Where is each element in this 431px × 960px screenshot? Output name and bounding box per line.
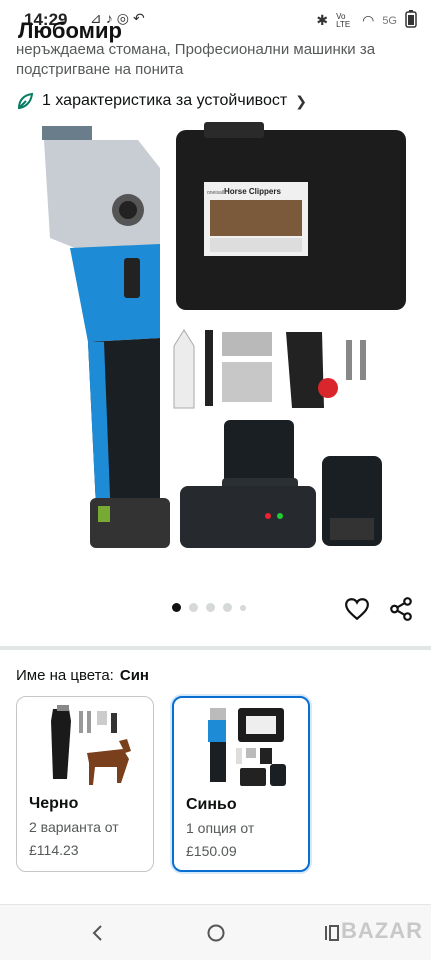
product-title: неръждаема стомана, Професионални машинк… (16, 41, 376, 78)
color-name-row: Име на цвета: Син (16, 667, 149, 684)
variant-price: £150.09 (186, 843, 237, 859)
share-icon[interactable] (388, 596, 414, 622)
color-name-value: Син (119, 667, 149, 684)
case-label: Horse Clippers (224, 187, 281, 196)
accessories (173, 329, 366, 409)
battery-icon (405, 10, 417, 31)
recents-icon[interactable] (322, 923, 342, 943)
back-icon[interactable] (88, 923, 108, 943)
bluetooth-icon: ✱ (316, 12, 329, 28)
variant-thumbnail (208, 708, 286, 786)
carousel-dot[interactable] (206, 603, 215, 612)
carry-case: Horse Clippers oneisall (176, 122, 406, 310)
color-name-label: Име на цвета: (16, 667, 114, 684)
leaf-icon (17, 92, 34, 110)
clipper-head (42, 126, 160, 258)
variant-thumbnail (51, 705, 131, 785)
wifi-icon: ◠ (362, 12, 375, 28)
bazar-watermark: BAZAR (341, 918, 423, 943)
variant-name: Черно (29, 795, 79, 812)
variant-black[interactable]: Черно 2 варианта от £114.23 (16, 696, 154, 872)
clipper-body (70, 244, 170, 548)
variant-options: 1 опция от (186, 820, 255, 836)
batteries-charger (180, 420, 382, 548)
volte-icon: Vo LTE (336, 11, 351, 29)
brand-tag: oneisall (207, 190, 224, 196)
variant-name: Синьо (186, 796, 237, 813)
network-label: 5G (382, 14, 397, 27)
carousel-dot[interactable] (240, 604, 246, 611)
sustainability-label: 1 характеристика за устойчивост (42, 92, 288, 109)
heart-icon[interactable] (344, 596, 370, 622)
carousel-dots[interactable] (172, 603, 246, 612)
chevron-down-icon: ❯ (295, 92, 307, 109)
variant-blue[interactable]: Синьо 1 опция от £150.09 (172, 696, 310, 872)
section-divider (0, 646, 431, 650)
home-icon[interactable] (206, 923, 226, 943)
missed-call-icon: ↶ (132, 10, 149, 26)
product-image[interactable]: Horse Clippers oneisall (20, 118, 412, 568)
system-icons: ✱ Vo LTE ◠ 5G (316, 10, 417, 31)
carousel-dot[interactable] (172, 603, 181, 612)
variant-options: 2 варианта от (29, 819, 119, 835)
carousel-dot[interactable] (189, 603, 198, 612)
variant-price: £114.23 (29, 842, 79, 858)
carousel-dot[interactable] (223, 603, 232, 612)
sustainability-row[interactable]: 1 характеристика за устойчивост ❯ (16, 92, 307, 110)
